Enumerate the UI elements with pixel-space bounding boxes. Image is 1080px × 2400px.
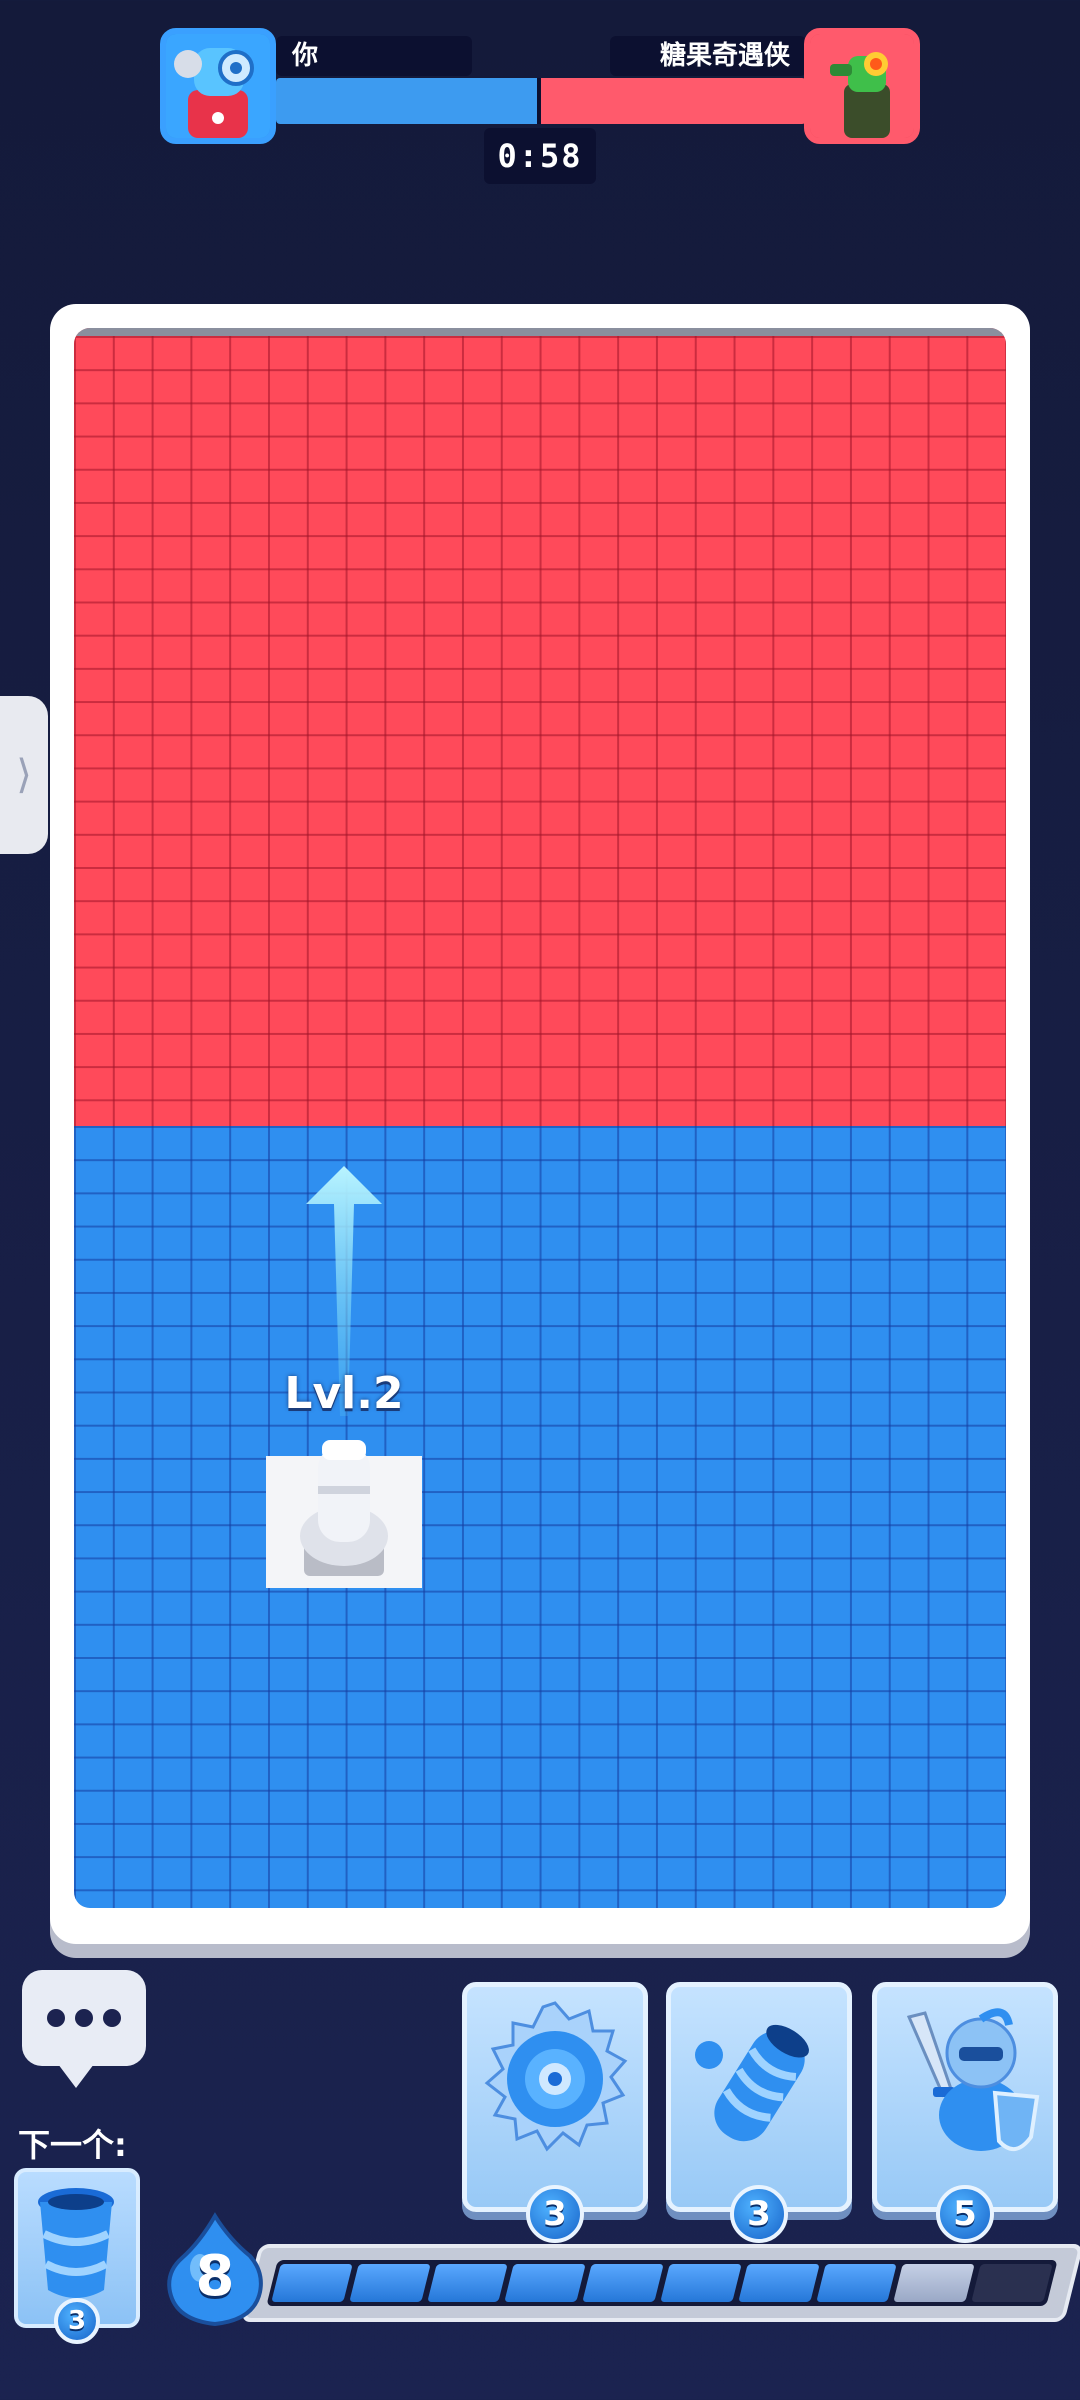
player-cannon-unit[interactable] xyxy=(266,1440,422,1588)
elixir-segment xyxy=(660,2264,742,2302)
cannon-icon xyxy=(695,2024,809,2142)
saw-blade-icon xyxy=(484,2001,628,2152)
territory-score-bar xyxy=(276,78,806,124)
elixir-segment xyxy=(893,2264,975,2302)
elixir-segment xyxy=(349,2264,431,2302)
chat-icon xyxy=(22,1970,146,2066)
next-card-label: 下一个: xyxy=(18,2126,127,2164)
game-board[interactable]: Lvl.2 xyxy=(74,328,1006,1908)
elixir-segment xyxy=(971,2264,1053,2302)
next-card: 3 xyxy=(14,2168,140,2344)
chevron-right-icon: ⟩ xyxy=(16,752,32,798)
elixir-segment xyxy=(271,2264,353,2302)
elixir-segment xyxy=(815,2264,898,2302)
card-saw-blade[interactable]: 3 xyxy=(462,1982,648,2243)
elixir-count: 8 xyxy=(195,2244,235,2309)
unit-level-label: Lvl.2 xyxy=(284,1368,404,1419)
elixir-segment xyxy=(504,2264,586,2302)
player-name: 你 xyxy=(276,36,472,76)
card-cost: 3 xyxy=(526,2185,584,2243)
opponent-territory-fill xyxy=(541,78,806,124)
card-cost: 3 xyxy=(730,2185,788,2243)
elixir-segment xyxy=(426,2264,509,2302)
opponent-name: 糖果奇遇侠 xyxy=(610,36,806,76)
chat-button[interactable] xyxy=(22,1970,146,2088)
opponent-avatar-icon xyxy=(804,28,920,144)
match-timer: 0:58 xyxy=(484,128,596,184)
elixir-bar xyxy=(240,2244,1080,2322)
next-card-cost: 3 xyxy=(54,2298,100,2344)
card-cannon[interactable]: 3 xyxy=(666,1982,852,2243)
elixir-segments xyxy=(266,2260,1058,2306)
elixir-segment xyxy=(582,2264,664,2302)
side-panel-toggle[interactable]: ⟩ xyxy=(0,696,48,854)
elixir-segment xyxy=(738,2264,820,2302)
cannon-icon xyxy=(300,1440,388,1576)
player-territory-fill xyxy=(276,78,541,124)
knight-icon xyxy=(906,2008,1040,2151)
card-cost: 5 xyxy=(936,2185,994,2243)
player-territory[interactable] xyxy=(74,1126,1006,1908)
player-avatar-icon xyxy=(160,28,276,144)
top-hud: 你 糖果奇遇侠 0:58 xyxy=(0,0,1080,200)
opponent-territory xyxy=(74,328,1006,1126)
card-knight[interactable]: 5 xyxy=(872,1982,1058,2243)
